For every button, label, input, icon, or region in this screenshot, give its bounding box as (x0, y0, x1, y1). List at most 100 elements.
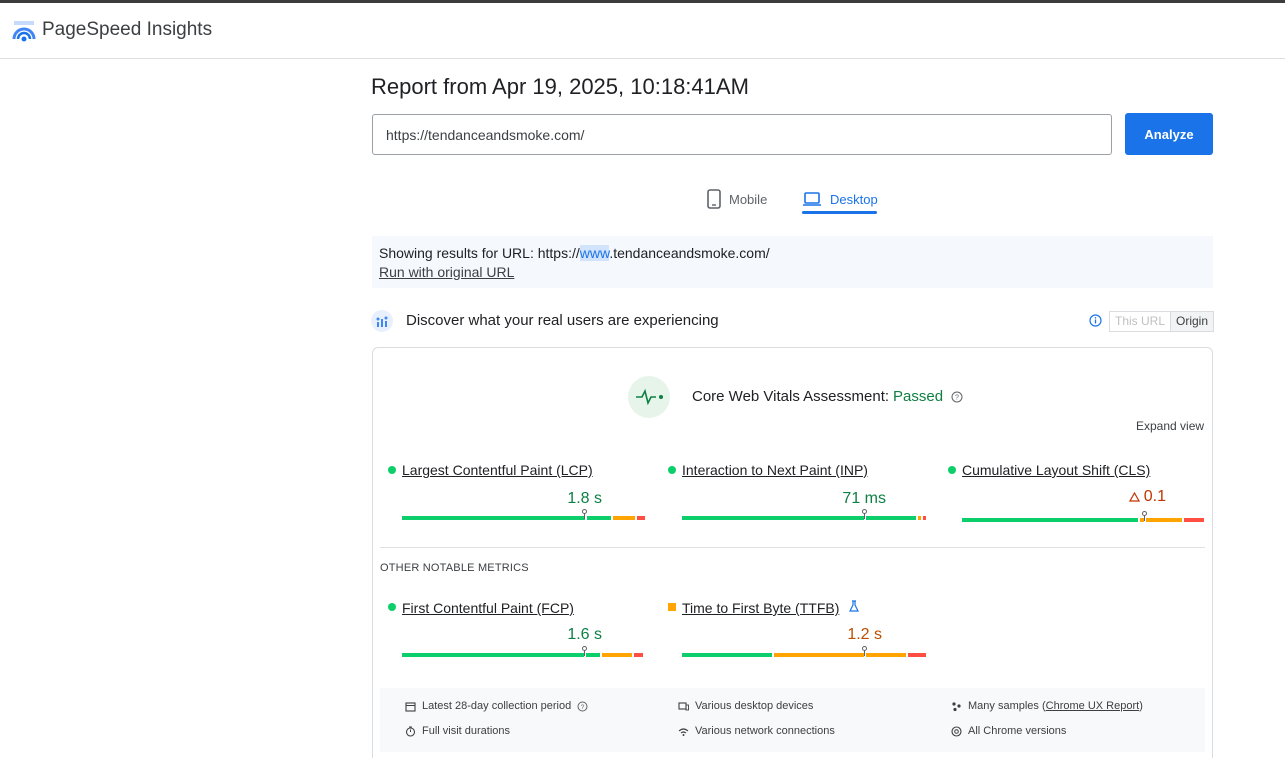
inp-bar-good (682, 516, 864, 520)
inp-bar-good-tail (866, 516, 916, 520)
lcp-p75-stem (584, 513, 585, 519)
inp-value: 71 ms (842, 490, 886, 507)
toggle-this-url[interactable]: This URL (1109, 311, 1172, 332)
cls-bar-poor (1184, 518, 1204, 522)
active-tab-indicator (802, 211, 877, 214)
ttfb-bar-poor (908, 653, 926, 657)
inp-p75-stem (864, 513, 865, 519)
lcp-status-dot (388, 466, 396, 474)
cls-status-dot (948, 466, 956, 474)
tab-desktop-label: Desktop (830, 191, 878, 207)
ttfb-distribution-bar (682, 653, 926, 657)
warning-triangle-icon (1129, 492, 1140, 502)
connections-item: Various network connections (678, 725, 835, 737)
devices-text: Various desktop devices (695, 700, 814, 712)
cls-bar-ni (1146, 518, 1182, 522)
chrome-ux-report-link[interactable]: Chrome UX Report (1046, 700, 1140, 712)
lcp-bar-good-tail (587, 516, 612, 520)
wifi-icon (678, 727, 689, 736)
chrome-versions-item: All Chrome versions (951, 725, 1066, 737)
ttfb-label[interactable]: Time to First Byte (TTFB) (682, 600, 839, 616)
fcp-bar-good (402, 653, 584, 657)
laptop-icon (803, 192, 821, 206)
fcp-bar-good-tail (586, 653, 600, 657)
lcp-value: 1.8 s (567, 490, 602, 507)
lcp-bar-poor (637, 516, 646, 520)
cwv-label: Core Web Vitals Assessment: (692, 388, 890, 405)
analyze-button[interactable]: Analyze (1125, 113, 1213, 155)
help-icon[interactable]: ? (951, 391, 963, 403)
cls-p75-stem (1144, 515, 1145, 521)
toggle-origin[interactable]: Origin (1171, 311, 1215, 332)
inp-label[interactable]: Interaction to Next Paint (INP) (682, 462, 868, 478)
cwv-badge (628, 376, 670, 418)
lcp-distribution-bar (402, 516, 646, 520)
help-icon[interactable]: ? (577, 701, 588, 712)
report-title: Report from Apr 19, 2025, 10:18:41AM (371, 74, 749, 99)
samples-suffix: ) (1139, 700, 1143, 712)
connections-text: Various network connections (695, 725, 835, 737)
url-origin-toggle[interactable]: This URL Origin (1109, 311, 1215, 332)
chrome-icon (951, 725, 962, 737)
svg-text:?: ? (581, 704, 585, 711)
inp-bar-poor (923, 516, 926, 520)
expand-view-link[interactable]: Expand view (1136, 419, 1204, 433)
calendar-icon (405, 701, 416, 712)
samples-icon (952, 701, 961, 711)
fcp-label[interactable]: First Contentful Paint (FCP) (402, 600, 574, 616)
fcp-bar-poor (634, 653, 643, 657)
notice-prefix: Showing results for URL: https:// (379, 245, 580, 261)
fcp-bar-ni (602, 653, 632, 657)
users-chart-icon (371, 310, 393, 332)
crux-section-title: Discover what your real users are experi… (406, 312, 719, 329)
cwv-status: Passed (893, 388, 944, 405)
url-input[interactable] (372, 114, 1112, 155)
lcp-label[interactable]: Largest Contentful Paint (LCP) (402, 462, 593, 478)
cls-label[interactable]: Cumulative Layout Shift (CLS) (962, 462, 1150, 478)
notice-text: Showing results for URL: https://www.ten… (379, 244, 1206, 263)
ttfb-bar-ni (774, 653, 864, 657)
phone-icon (707, 189, 721, 209)
tab-mobile-label: Mobile (729, 191, 768, 207)
chrome-versions-text: All Chrome versions (968, 725, 1067, 737)
pulse-icon (636, 388, 663, 406)
ttfb-status-square (668, 603, 676, 611)
tab-mobile[interactable]: Mobile (707, 183, 767, 215)
lcp-bar-ni (613, 516, 636, 520)
devices-icon (678, 701, 689, 710)
fcp-value: 1.6 s (567, 626, 602, 643)
collection-info-box (380, 688, 1205, 752)
other-metrics-title: OTHER NOTABLE METRICS (380, 562, 529, 574)
ttfb-bar-good (682, 653, 772, 657)
cls-bar-good (962, 518, 1138, 522)
fcp-distribution-bar (402, 653, 645, 657)
stopwatch-icon (405, 726, 416, 737)
run-original-url-link[interactable]: Run with original URL (379, 263, 1206, 282)
url-redirect-notice: Showing results for URL: https://www.ten… (372, 236, 1213, 288)
fcp-status-dot (388, 603, 396, 611)
ttfb-value: 1.2 s (847, 626, 882, 643)
fcp-p75-stem (584, 650, 585, 656)
inp-distribution-bar (682, 516, 926, 520)
app-title: PageSpeed Insights (42, 19, 213, 40)
visit-durations-text: Full visit durations (422, 725, 511, 737)
notice-highlight: www (579, 245, 610, 261)
collection-period-text: Latest 28-day collection period (422, 700, 572, 712)
samples-item: Many samples (Chrome UX Report) (951, 700, 1143, 712)
section-divider (380, 547, 1205, 548)
collection-period-item: Latest 28-day collection period ? (405, 700, 588, 712)
ttfb-bar-ni-tail (866, 653, 906, 657)
inp-status-dot (668, 466, 676, 474)
cls-distribution-bar (962, 518, 1206, 522)
info-icon[interactable] (1089, 314, 1102, 327)
ttfb-p75-stem (864, 650, 865, 656)
cwv-assessment: Core Web Vitals Assessment: Passed ? (692, 388, 963, 405)
devices-item: Various desktop devices (678, 700, 813, 712)
visit-durations-item: Full visit durations (405, 725, 510, 737)
experimental-flask-icon (849, 600, 859, 612)
pagespeed-logo-icon (12, 21, 36, 42)
lcp-bar-good (402, 516, 586, 520)
samples-prefix: Many samples ( (968, 700, 1046, 712)
inp-bar-ni (918, 516, 921, 520)
svg-text:?: ? (955, 394, 959, 401)
